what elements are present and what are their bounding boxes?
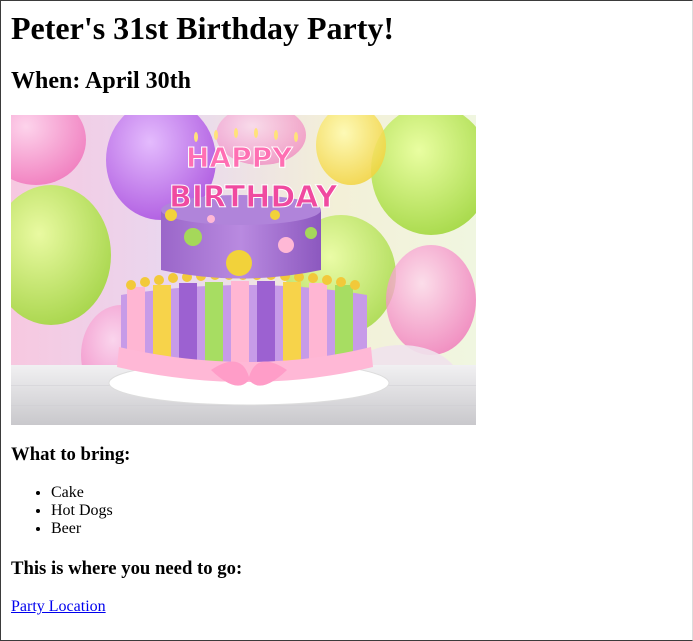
bring-heading: What to bring: <box>11 444 131 465</box>
party-location-link[interactable]: Party Location <box>11 597 106 617</box>
birthday-cake-photo: HAPPY BIRTHDAY <box>11 115 476 425</box>
list-item: Cake <box>51 484 113 502</box>
directions-heading: This is where you need to go: <box>11 558 243 579</box>
list-item: Hot Dogs <box>51 502 113 520</box>
event-date-heading: When: April 30th <box>11 68 192 94</box>
page-title: Peter's 31st Birthday Party! <box>11 10 395 46</box>
svg-text:HAPPY: HAPPY <box>186 141 293 174</box>
list-item: Beer <box>51 520 113 538</box>
svg-text:BIRTHDAY: BIRTHDAY <box>169 180 339 215</box>
bring-list: Cake Hot Dogs Beer <box>11 484 113 538</box>
